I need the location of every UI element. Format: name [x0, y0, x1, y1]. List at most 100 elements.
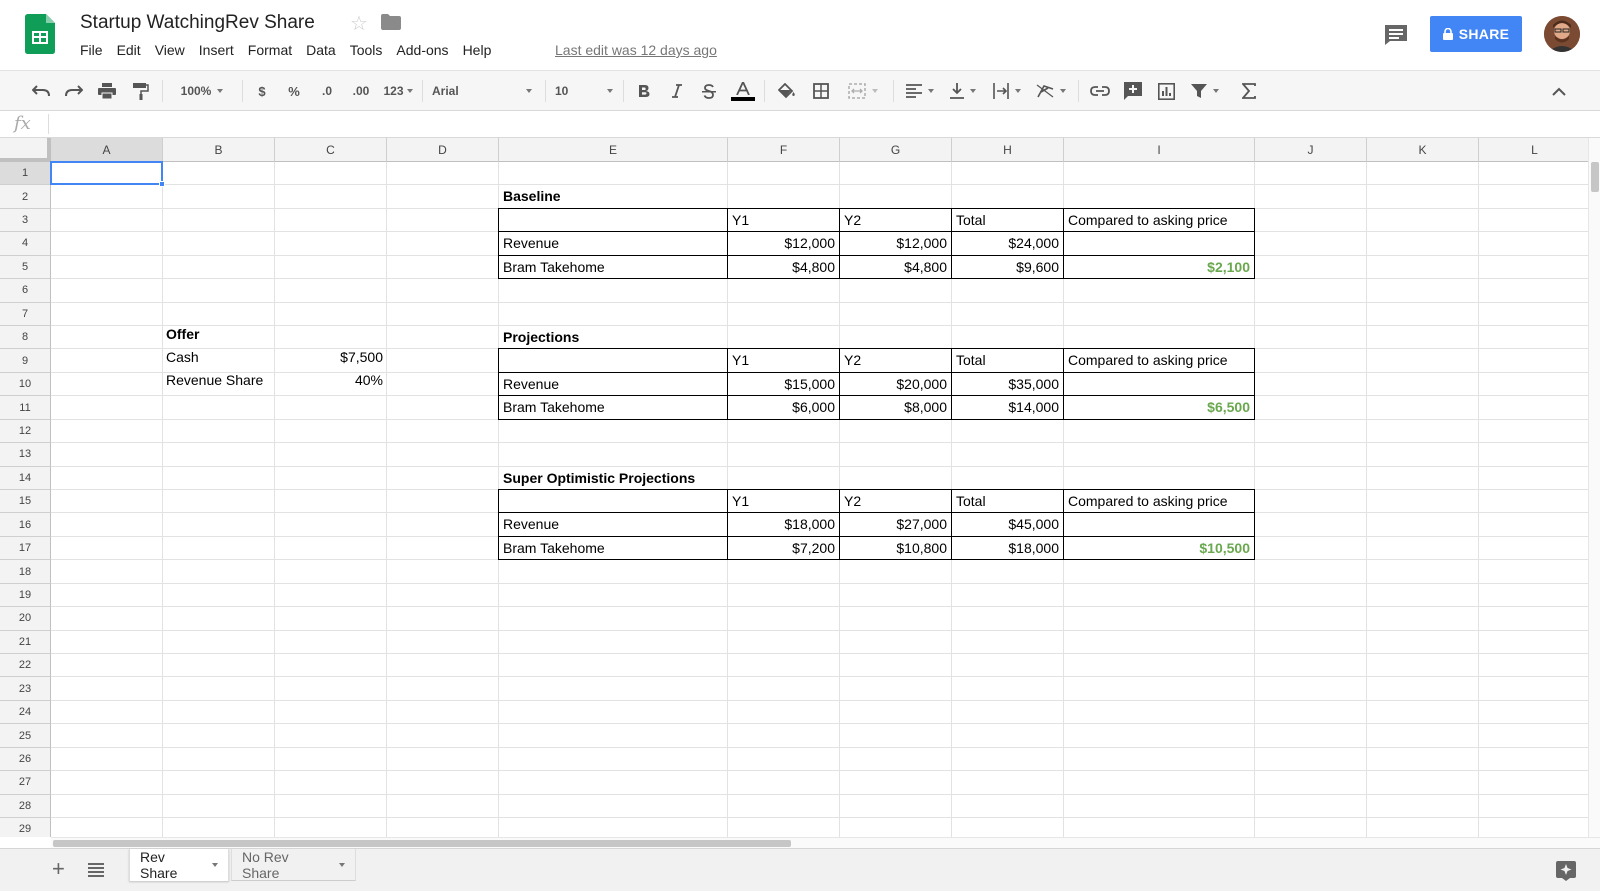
filter-button[interactable] [1188, 79, 1222, 103]
menu-format[interactable]: Format [248, 42, 292, 58]
functions-button[interactable] [1238, 79, 1260, 103]
sheets-logo-icon[interactable] [25, 14, 55, 54]
column-header-l[interactable]: L [1479, 138, 1588, 162]
fill-handle[interactable] [159, 181, 165, 188]
row-header-22[interactable]: 22 [0, 654, 51, 678]
column-header-h[interactable]: H [952, 138, 1064, 162]
select-all-corner[interactable] [0, 138, 51, 162]
table-title[interactable]: Projections [499, 326, 583, 348]
menu-insert[interactable]: Insert [199, 42, 234, 58]
table-row-label[interactable]: Revenue [499, 513, 563, 535]
explore-icon[interactable] [1556, 861, 1576, 881]
column-header-j[interactable]: J [1255, 138, 1367, 162]
row-header-4[interactable]: 4 [0, 232, 51, 256]
insert-comment-button[interactable] [1122, 79, 1144, 103]
row-header-13[interactable]: 13 [0, 443, 51, 467]
column-header-g[interactable]: G [840, 138, 952, 162]
horizontal-scroll-thumb[interactable] [53, 840, 791, 847]
menu-file[interactable]: File [80, 42, 103, 58]
text-wrapping-button[interactable] [990, 79, 1024, 103]
row-header-20[interactable]: 20 [0, 607, 51, 631]
table-value-cell[interactable]: $20,000 [840, 373, 951, 395]
table-header-cell[interactable]: Total [952, 209, 990, 231]
table-header-cell[interactable]: Y1 [728, 209, 753, 231]
row-header-8[interactable]: 8 [0, 326, 51, 350]
percent-format-button[interactable]: % [283, 79, 305, 103]
avatar[interactable] [1544, 16, 1580, 52]
chevron-down-icon[interactable] [212, 863, 218, 867]
table-row-label[interactable]: Bram Takehome [499, 396, 609, 418]
row-header-19[interactable]: 19 [0, 583, 51, 608]
table-value-cell[interactable]: $45,000 [952, 513, 1063, 535]
column-header-e[interactable]: E [499, 138, 728, 162]
table-header-cell[interactable]: Compared to asking price [1064, 490, 1232, 512]
sheet-tab-rev-share[interactable]: Rev Share [129, 849, 229, 881]
table-value-cell[interactable]: $24,000 [952, 232, 1063, 254]
table-header-cell[interactable]: Y2 [840, 490, 865, 512]
formula-input[interactable] [56, 115, 1556, 135]
row-header-6[interactable]: 6 [0, 279, 51, 303]
share-button[interactable]: SHARE [1430, 16, 1522, 52]
column-header-c[interactable]: C [275, 138, 387, 162]
currency-format-button[interactable]: $ [252, 79, 272, 103]
table-header-cell[interactable]: Total [952, 490, 990, 512]
table-row-label[interactable]: Bram Takehome [499, 537, 609, 559]
row-header-12[interactable]: 12 [0, 419, 51, 444]
strikethrough-button[interactable] [698, 79, 720, 103]
table-header-cell[interactable]: Y2 [840, 209, 865, 231]
table-value-cell[interactable]: $12,000 [840, 232, 951, 254]
menu-data[interactable]: Data [306, 42, 336, 58]
menu-edit[interactable]: Edit [117, 42, 141, 58]
table-row-label[interactable]: Bram Takehome [499, 256, 609, 278]
row-header-14[interactable]: 14 [0, 466, 51, 490]
offer-title[interactable]: Offer [162, 323, 203, 345]
vertical-scroll-thumb[interactable] [1591, 162, 1599, 192]
vertical-scrollbar[interactable] [1588, 138, 1600, 837]
compared-to-asking-cell[interactable]: $2,100 [1064, 256, 1254, 278]
table-value-cell[interactable]: $18,000 [952, 537, 1063, 559]
row-header-28[interactable]: 28 [0, 794, 51, 819]
row-header-3[interactable]: 3 [0, 208, 51, 233]
row-header-11[interactable]: 11 [0, 396, 51, 420]
sheet-tab-no-rev-share[interactable]: No Rev Share [231, 849, 356, 881]
add-sheet-button[interactable]: + [52, 858, 65, 880]
insert-chart-button[interactable] [1155, 79, 1177, 103]
compared-to-asking-cell[interactable]: $6,500 [1064, 396, 1254, 418]
table-value-cell[interactable]: $27,000 [840, 513, 951, 535]
row-header-26[interactable]: 26 [0, 747, 51, 772]
star-icon[interactable]: ☆ [350, 11, 368, 36]
table-value-cell[interactable]: $7,200 [728, 537, 839, 559]
row-header-24[interactable]: 24 [0, 700, 51, 725]
row-header-17[interactable]: 17 [0, 536, 51, 561]
vertical-align-button[interactable] [946, 79, 980, 103]
all-sheets-menu-icon[interactable] [88, 863, 104, 877]
insert-link-button[interactable] [1088, 79, 1112, 103]
row-header-25[interactable]: 25 [0, 724, 51, 748]
table-value-cell[interactable]: $10,800 [840, 537, 951, 559]
text-rotation-button[interactable] [1034, 79, 1068, 103]
table-header-cell[interactable]: Total [952, 349, 990, 371]
cash-value[interactable]: $7,500 [274, 346, 387, 368]
cash-label[interactable]: Cash [162, 346, 203, 368]
row-header-18[interactable]: 18 [0, 560, 51, 584]
menu-tools[interactable]: Tools [350, 42, 383, 58]
revenue-share-label[interactable]: Revenue Share [162, 369, 267, 391]
spreadsheet-grid[interactable]: A B C D E F G H I J K L 1 2 3 4 5 6 7 8 9 10 11 12 13 14 15 16 17 18 1… [0, 138, 1588, 837]
redo-button[interactable] [63, 79, 85, 103]
active-cell-selection[interactable] [50, 161, 163, 186]
row-header-9[interactable]: 9 [0, 349, 51, 373]
row-header-27[interactable]: 27 [0, 771, 51, 795]
column-header-d[interactable]: D [387, 138, 499, 162]
decrease-decimals-button[interactable]: .0 [315, 79, 339, 103]
table-value-cell[interactable]: $35,000 [952, 373, 1063, 395]
table-value-cell[interactable]: $4,800 [728, 256, 839, 278]
table-row-label[interactable]: Revenue [499, 373, 563, 395]
row-header-23[interactable]: 23 [0, 677, 51, 701]
paint-format-button[interactable] [130, 79, 152, 103]
column-header-k[interactable]: K [1367, 138, 1479, 162]
last-edit-link[interactable]: Last edit was 12 days ago [555, 42, 717, 58]
table-value-cell[interactable]: $12,000 [728, 232, 839, 254]
menu-help[interactable]: Help [463, 42, 492, 58]
horizontal-align-button[interactable] [903, 79, 937, 103]
print-button[interactable] [96, 79, 118, 103]
